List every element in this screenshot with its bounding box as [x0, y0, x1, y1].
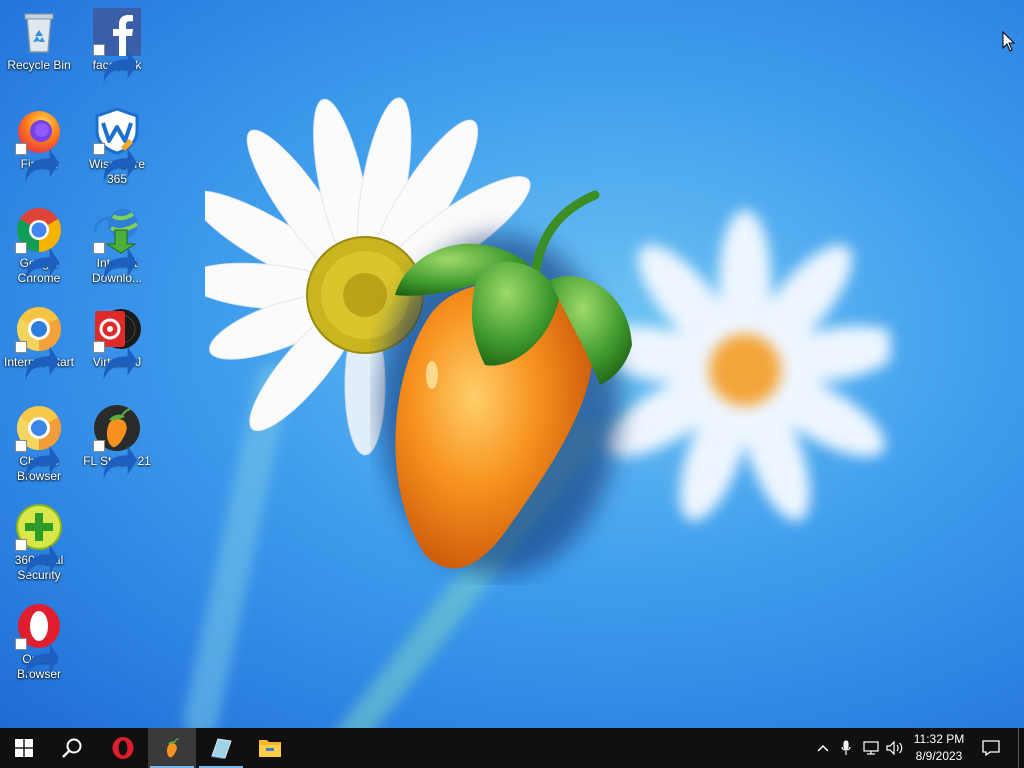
tray-network-button[interactable] — [859, 728, 883, 768]
desktop-icon-fl-studio[interactable]: FL Studio 21 — [79, 404, 155, 480]
taskbar-opera-button[interactable] — [99, 728, 147, 768]
shortcut-arrow-icon — [15, 638, 60, 678]
firefox-icon — [15, 107, 63, 183]
shortcut-arrow-icon — [15, 242, 60, 282]
taskbar-app-button[interactable] — [197, 728, 245, 768]
taskbar-file-explorer-button[interactable] — [246, 728, 294, 768]
desktop-icon-facebook[interactable]: facebook — [79, 8, 155, 84]
show-desktop-button[interactable] — [1018, 728, 1024, 768]
file-explorer-icon — [259, 740, 281, 757]
desktop-icon-internet-start[interactable]: Internet-Start — [1, 305, 77, 381]
fl-studio-icon — [93, 404, 141, 480]
shortcut-arrow-icon — [15, 539, 60, 579]
start-button[interactable] — [0, 728, 48, 768]
desktop-icon-firefox[interactable]: Firefox — [1, 107, 77, 183]
shortcut-arrow-icon — [93, 341, 138, 381]
shortcut-arrow-icon — [93, 44, 138, 84]
desktop-icon-recycle-bin[interactable]: Recycle Bin — [1, 8, 77, 73]
shortcut-arrow-icon — [93, 242, 138, 282]
taskbar: 11:32 PM 8/9/2023 — [0, 728, 1024, 768]
desktop-icon-virtualdj[interactable]: VirtualDJ — [79, 305, 155, 381]
microphone-icon — [841, 740, 851, 755]
shortcut-arrow-icon — [93, 143, 138, 183]
search-icon — [62, 738, 82, 758]
facebook-icon — [93, 8, 141, 84]
tray-show-hidden-button[interactable] — [812, 728, 834, 768]
fl-studio-icon — [166, 737, 179, 758]
desktop-icon-label: Recycle Bin — [7, 58, 71, 72]
desktop-icon-360-security[interactable]: 360 Total Security — [1, 503, 77, 583]
desktop-icon-opera[interactable]: Opera Browser — [1, 602, 77, 682]
chrone-browser-icon — [15, 404, 63, 480]
desktop-icon-internet-download-manager[interactable]: Internet Downlo... — [79, 206, 155, 286]
opera-icon — [15, 602, 63, 678]
tray-volume-button[interactable] — [884, 728, 906, 768]
shortcut-arrow-icon — [93, 440, 138, 480]
chevron-up-icon — [817, 744, 829, 752]
taskbar-fl-studio-button[interactable] — [148, 728, 196, 768]
taskbar-clock[interactable]: 11:32 PM 8/9/2023 — [906, 731, 972, 765]
action-center-button[interactable] — [976, 728, 1006, 768]
tray-microphone-button[interactable] — [836, 728, 856, 768]
desktop-icon-chrone-browser[interactable]: Chrone Browser — [1, 404, 77, 484]
clock-date: 8/9/2023 — [915, 749, 963, 763]
internet-start-icon — [15, 305, 63, 381]
search-button[interactable] — [48, 728, 96, 768]
desktop: Recycle Bin facebook Firefox — [0, 0, 1024, 728]
shortcut-arrow-icon — [15, 143, 60, 183]
clock-time: 11:32 PM — [913, 732, 965, 746]
wise-care-icon — [93, 107, 141, 183]
opera-icon — [112, 737, 134, 759]
internet-download-manager-icon — [93, 206, 141, 282]
notification-icon — [982, 740, 1000, 756]
recycle-bin-icon — [15, 8, 63, 56]
shortcut-arrow-icon — [15, 341, 60, 381]
network-icon — [863, 741, 879, 755]
windows-start-icon — [15, 739, 33, 757]
shortcut-arrow-icon — [15, 440, 60, 480]
app-icon — [211, 738, 232, 759]
virtualdj-icon — [93, 305, 141, 381]
busy-indicator-icon — [1010, 28, 1022, 46]
desktop-icon-wise-care[interactable]: Wise Care 365 — [79, 107, 155, 187]
360-security-icon — [15, 503, 63, 579]
desktop-icon-google-chrome[interactable]: Google Chrome — [1, 206, 77, 286]
chrome-icon — [15, 206, 63, 282]
volume-icon — [886, 741, 903, 755]
